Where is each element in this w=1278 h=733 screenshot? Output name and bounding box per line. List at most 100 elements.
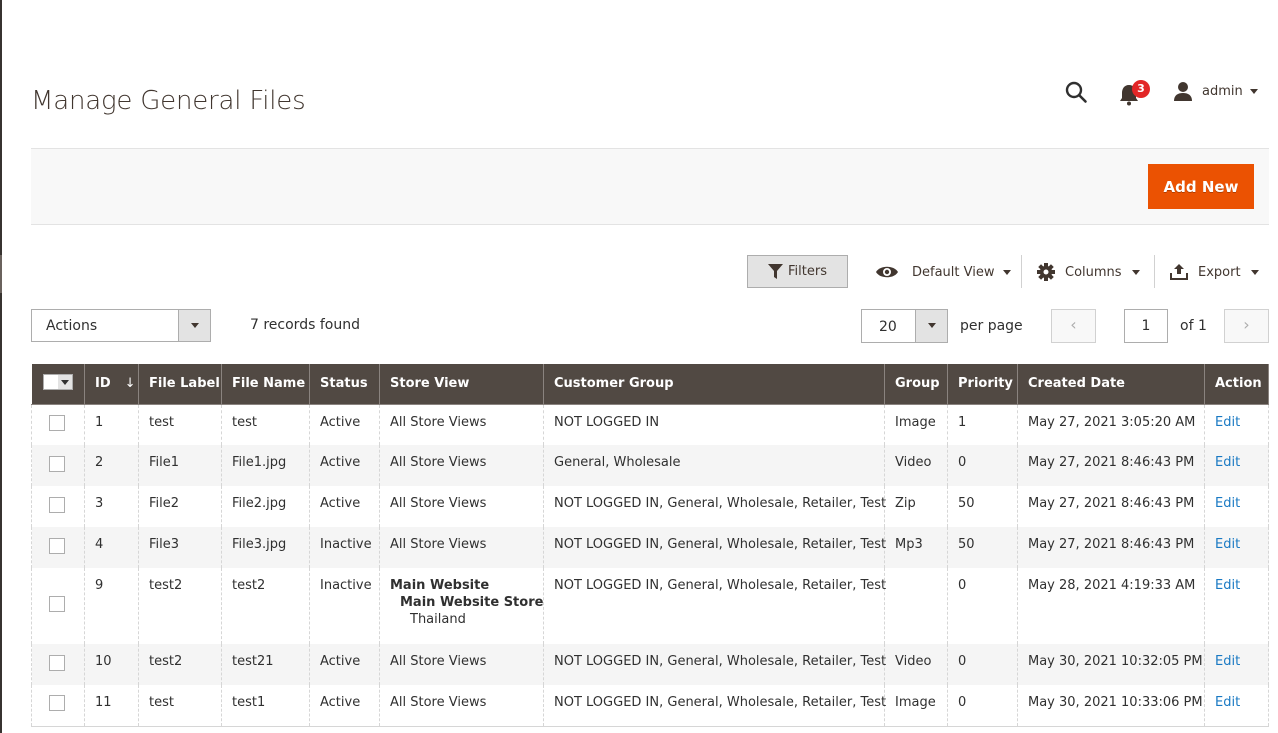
mass-select-checkbox[interactable] xyxy=(43,374,73,390)
cell-store-view: Main Website Main Website Store Thailand xyxy=(380,568,544,644)
cell-file-name: File2.jpg xyxy=(222,486,310,527)
table-row: 1 test test Active All Store Views NOT L… xyxy=(32,404,1269,445)
cell-id: 4 xyxy=(85,527,139,568)
edit-link[interactable]: Edit xyxy=(1215,654,1240,669)
admin-user-menu[interactable]: admin xyxy=(1173,80,1258,102)
store-view-website: Main Website xyxy=(390,577,533,594)
mass-actions-toggle[interactable] xyxy=(178,310,210,341)
cell-store-view: All Store Views xyxy=(380,445,544,486)
cell-store-view: All Store Views xyxy=(380,644,544,685)
toolbar-divider xyxy=(1021,255,1022,288)
cell-store-view: All Store Views xyxy=(380,404,544,445)
edit-link[interactable]: Edit xyxy=(1215,496,1240,511)
chevron-down-icon xyxy=(1250,89,1258,94)
table-row: 11 test test1 Active All Store Views NOT… xyxy=(32,685,1269,726)
chevron-right-icon: › xyxy=(1243,315,1249,334)
files-grid: ID↓ File Label File Name Status Store Vi… xyxy=(31,364,1269,727)
cell-id: 10 xyxy=(85,644,139,685)
cell-group: Zip xyxy=(885,486,948,527)
filters-button[interactable]: Filters xyxy=(747,255,848,288)
store-view-store: Main Website Store xyxy=(390,594,533,611)
cell-customer-group: NOT LOGGED IN, General, Wholesale, Retai… xyxy=(544,527,885,568)
chevron-down-icon xyxy=(1003,270,1011,275)
cell-priority: 0 xyxy=(948,445,1018,486)
cell-priority: 0 xyxy=(948,644,1018,685)
per-page-toggle[interactable] xyxy=(915,310,947,342)
row-checkbox[interactable] xyxy=(49,695,65,711)
previous-page-button[interactable]: ‹ xyxy=(1051,309,1096,343)
eye-icon xyxy=(875,265,899,279)
cell-group: Image xyxy=(885,685,948,726)
global-search-button[interactable] xyxy=(1064,80,1088,104)
cell-group: Video xyxy=(885,445,948,486)
row-checkbox[interactable] xyxy=(49,538,65,554)
row-checkbox[interactable] xyxy=(49,655,65,671)
mass-actions-dropdown[interactable]: Actions xyxy=(31,309,211,342)
sort-descending-icon: ↓ xyxy=(125,376,136,391)
column-header-file-label[interactable]: File Label xyxy=(139,364,222,404)
cell-id: 9 xyxy=(85,568,139,644)
gear-icon xyxy=(1037,263,1055,281)
edit-link[interactable]: Edit xyxy=(1215,578,1240,593)
per-page-label: per page xyxy=(960,318,1023,334)
cell-priority: 1 xyxy=(948,404,1018,445)
column-header-status[interactable]: Status xyxy=(310,364,380,404)
cell-created-date: May 27, 2021 8:46:43 PM xyxy=(1018,486,1205,527)
column-header-action: Action xyxy=(1205,364,1269,404)
cell-file-label: test xyxy=(139,404,222,445)
cell-customer-group: NOT LOGGED IN, General, Wholesale, Retai… xyxy=(544,568,885,644)
page-title: Manage General Files xyxy=(31,86,305,116)
column-header-file-name[interactable]: File Name xyxy=(222,364,310,404)
add-new-button[interactable]: Add New xyxy=(1148,164,1254,209)
next-page-button[interactable]: › xyxy=(1224,309,1269,343)
cell-created-date: May 27, 2021 3:05:20 AM xyxy=(1018,404,1205,445)
toolbar-divider xyxy=(1154,255,1155,288)
table-row: 10 test2 test21 Active All Store Views N… xyxy=(32,644,1269,685)
column-header-priority[interactable]: Priority xyxy=(948,364,1018,404)
table-row: 3 File2 File2.jpg Active All Store Views… xyxy=(32,486,1269,527)
export-control[interactable]: Export xyxy=(1170,258,1259,286)
current-page-input[interactable] xyxy=(1124,309,1168,343)
per-page-dropdown[interactable]: 20 xyxy=(861,309,948,343)
cell-id: 3 xyxy=(85,486,139,527)
column-header-group[interactable]: Group xyxy=(885,364,948,404)
column-header-customer-group[interactable]: Customer Group xyxy=(544,364,885,404)
cell-customer-group: NOT LOGGED IN xyxy=(544,404,885,445)
column-header-store-view[interactable]: Store View xyxy=(380,364,544,404)
cell-id: 1 xyxy=(85,404,139,445)
cell-file-label: test2 xyxy=(139,568,222,644)
column-header-created-date[interactable]: Created Date xyxy=(1018,364,1205,404)
row-checkbox[interactable] xyxy=(49,497,65,513)
cell-file-label: File2 xyxy=(139,486,222,527)
cell-file-label: test2 xyxy=(139,644,222,685)
cell-status: Active xyxy=(310,644,380,685)
cell-status: Inactive xyxy=(310,568,380,644)
view-switcher[interactable]: Default View xyxy=(875,258,1011,286)
notifications-count-badge: 3 xyxy=(1132,80,1150,98)
cell-group xyxy=(885,568,948,644)
cell-group: Mp3 xyxy=(885,527,948,568)
cell-group: Video xyxy=(885,644,948,685)
row-checkbox[interactable] xyxy=(49,596,65,612)
filters-label: Filters xyxy=(788,264,827,279)
cell-status: Active xyxy=(310,404,380,445)
edit-link[interactable]: Edit xyxy=(1215,415,1240,430)
cell-created-date: May 27, 2021 8:46:43 PM xyxy=(1018,445,1205,486)
edit-link[interactable]: Edit xyxy=(1215,455,1240,470)
edit-link[interactable]: Edit xyxy=(1215,695,1240,710)
select-all-header[interactable] xyxy=(32,364,85,404)
edit-link[interactable]: Edit xyxy=(1215,537,1240,552)
row-checkbox[interactable] xyxy=(49,415,65,431)
column-header-id[interactable]: ID↓ xyxy=(85,364,139,404)
grid-header-row: ID↓ File Label File Name Status Store Vi… xyxy=(32,364,1269,404)
notifications-button[interactable]: 3 xyxy=(1118,80,1154,106)
cell-group: Image xyxy=(885,404,948,445)
cell-status: Active xyxy=(310,685,380,726)
window-left-edge xyxy=(0,0,2,733)
chevron-down-icon xyxy=(58,375,72,389)
row-checkbox[interactable] xyxy=(49,456,65,472)
columns-control[interactable]: Columns xyxy=(1037,258,1140,286)
export-label: Export xyxy=(1198,265,1241,280)
user-icon xyxy=(1173,81,1193,101)
chevron-down-icon xyxy=(1132,270,1140,275)
